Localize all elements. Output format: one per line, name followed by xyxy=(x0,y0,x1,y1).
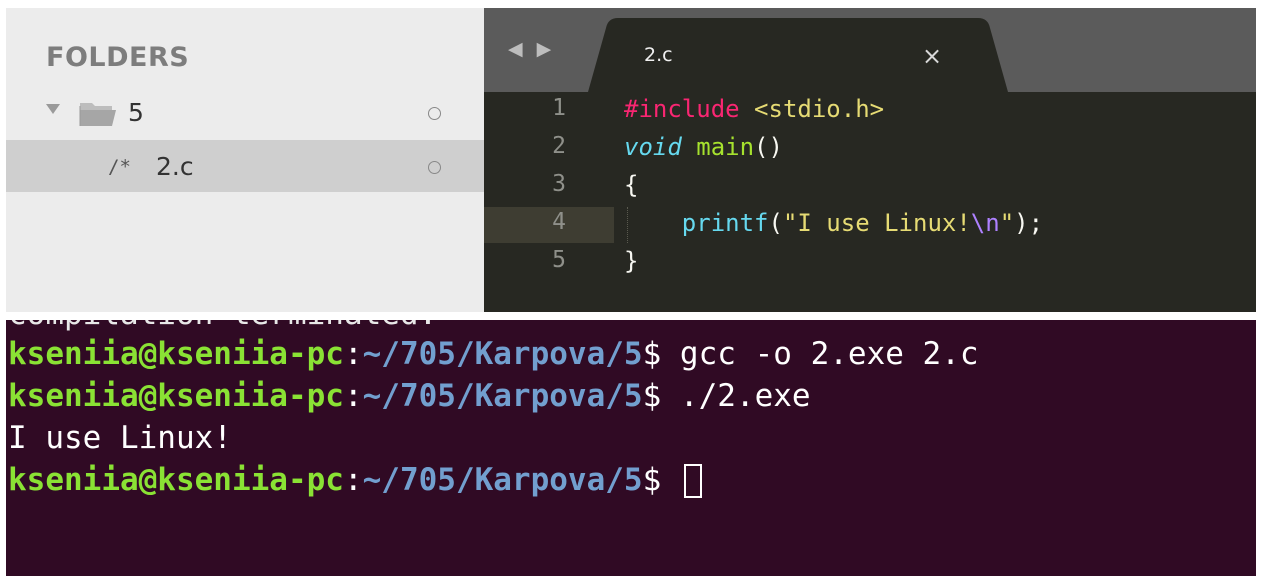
close-icon[interactable]: × xyxy=(922,42,942,70)
tab-bar: ◀ ▶ 2.c × xyxy=(484,8,1256,92)
line-code: void main() xyxy=(624,133,783,161)
line-code: printf("I use Linux!\n"); xyxy=(624,209,1043,237)
code-token: \n xyxy=(970,209,1000,237)
prompt-dollar: $ xyxy=(642,336,662,372)
line-number: 3 xyxy=(552,171,566,197)
code-token: ); xyxy=(1014,209,1044,237)
code-token: { xyxy=(624,171,639,199)
line-number: 1 xyxy=(552,95,566,121)
code-line[interactable]: 4 printf("I use Linux!\n"); xyxy=(484,209,1256,245)
sidebar-file-2c[interactable]: /* 2.c xyxy=(6,140,484,192)
prompt-user-host: kseniia@kseniia-pc xyxy=(8,462,344,498)
code-line[interactable]: 1 #include <stdio.h> xyxy=(484,95,1256,131)
terminal-command: ./2.exe xyxy=(661,378,811,414)
disclosure-triangle-icon[interactable] xyxy=(46,104,60,114)
code-token: " xyxy=(999,209,1015,237)
terminal-output-line: I use Linux! xyxy=(8,420,232,456)
prompt-user-host: kseniia@kseniia-pc xyxy=(8,378,344,414)
code-token: ( xyxy=(768,209,783,237)
prompt-dollar: $ xyxy=(642,462,662,498)
line-code: #include <stdio.h> xyxy=(624,95,884,123)
code-line[interactable]: 3 { xyxy=(484,171,1256,207)
prompt-user-host: kseniia@kseniia-pc xyxy=(8,336,344,372)
code-token: main xyxy=(696,133,755,161)
line-code: { xyxy=(624,171,638,199)
code-token: <stdio.h> xyxy=(754,95,885,123)
prompt-colon: : xyxy=(343,336,363,372)
folder-open-icon xyxy=(79,103,116,126)
prompt-path: ~/705/Karpova/5 xyxy=(362,462,643,498)
file-label: 2.c xyxy=(156,152,194,181)
prompt-path: ~/705/Karpova/5 xyxy=(362,336,643,372)
sidebar: FOLDERS 5 /* 2.c xyxy=(6,8,484,312)
prompt-dollar: $ xyxy=(642,378,662,414)
terminal[interactable]: compilation terminated. kseniia@kseniia-… xyxy=(6,320,1256,576)
prompt-colon: : xyxy=(343,378,363,414)
code-token: } xyxy=(624,247,639,275)
code-editor[interactable]: ◀ ▶ 2.c × 1 #include <stdio.h> 2 void ma… xyxy=(484,8,1256,312)
sidebar-folder-5[interactable]: 5 xyxy=(6,86,484,138)
code-token: () xyxy=(754,133,783,161)
code-line[interactable]: 5 } xyxy=(484,247,1256,283)
terminal-command: gcc -o 2.exe 2.c xyxy=(661,336,979,372)
terminal-command-line: kseniia@kseniia-pc:~/705/Karpova/5$ gcc … xyxy=(8,336,979,372)
code-token: #include xyxy=(624,95,740,123)
code-token: printf xyxy=(681,209,769,237)
code-line[interactable]: 2 void main() xyxy=(484,133,1256,169)
folder-label: 5 xyxy=(128,98,144,127)
prompt-colon: : xyxy=(343,462,363,498)
c-file-icon: /* xyxy=(108,156,131,178)
line-number: 4 xyxy=(552,209,566,235)
tab-2c[interactable]: 2.c xyxy=(644,44,673,66)
terminal-cursor-icon[interactable] xyxy=(683,464,702,498)
terminal-command-line: kseniia@kseniia-pc:~/705/Karpova/5$ ./2.… xyxy=(8,378,811,414)
folders-header: FOLDERS xyxy=(46,42,190,73)
tab-navigation-arrows-icon[interactable]: ◀ ▶ xyxy=(508,38,555,60)
line-number: 2 xyxy=(552,133,566,159)
line-code: } xyxy=(624,247,638,275)
code-token: void xyxy=(624,133,682,161)
code-token: "I use Linux! xyxy=(782,209,971,237)
terminal-output-line: compilation terminated. xyxy=(8,320,437,332)
prompt-path: ~/705/Karpova/5 xyxy=(362,378,643,414)
line-number: 5 xyxy=(552,247,566,273)
folder-status-circle-icon xyxy=(428,107,441,120)
file-status-circle-icon xyxy=(428,161,441,174)
terminal-prompt-line[interactable]: kseniia@kseniia-pc:~/705/Karpova/5$ xyxy=(8,462,702,498)
